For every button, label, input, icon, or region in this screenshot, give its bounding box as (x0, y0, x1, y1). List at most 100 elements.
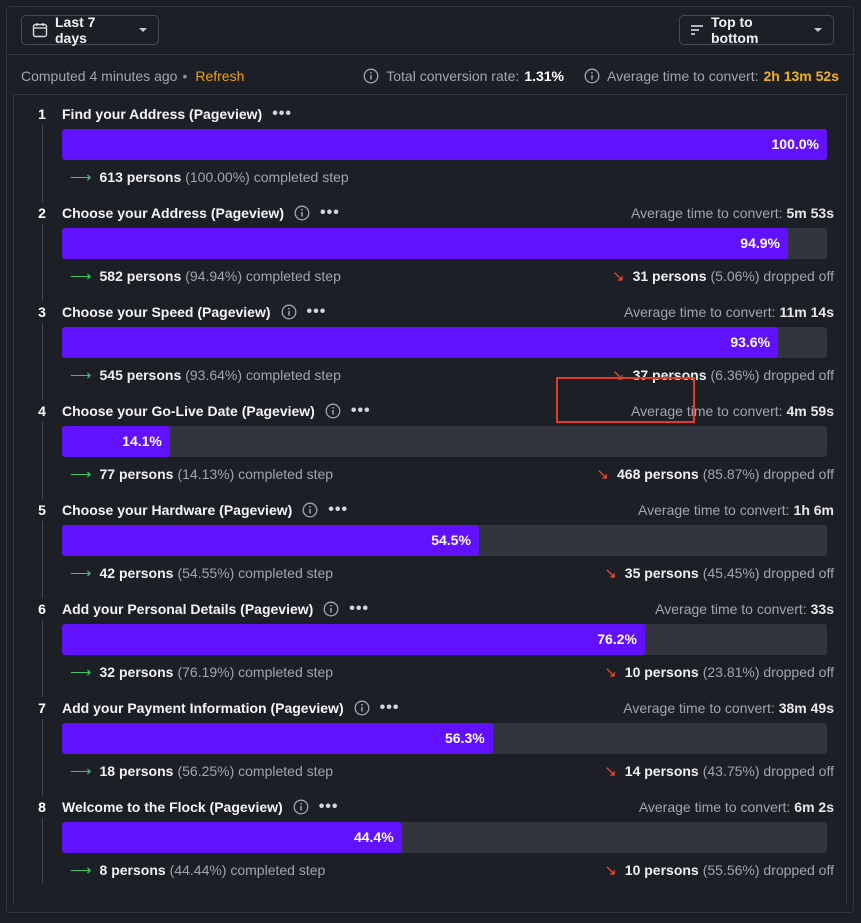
funnel-steps: 1 Find your Address (Pageview) ••• 100.0… (13, 95, 847, 905)
step-name[interactable]: Choose your Speed (Pageview) (62, 304, 271, 320)
step-average-label: Average time to convert: (624, 304, 776, 320)
more-horizontal-icon[interactable]: ••• (272, 105, 292, 123)
toolbar-divider (7, 54, 853, 55)
step-dropped[interactable]: ↘ 10 persons (55.56%) dropped off (604, 861, 834, 879)
step-number: 3 (31, 301, 53, 323)
more-horizontal-icon[interactable]: ••• (328, 501, 348, 519)
step-bar-track[interactable]: 76.2% (62, 624, 827, 655)
more-horizontal-icon[interactable]: ••• (307, 303, 327, 321)
info-circle-icon[interactable] (281, 304, 297, 320)
info-circle-icon[interactable] (293, 799, 309, 815)
step-average-label: Average time to convert: (623, 700, 775, 716)
info-circle-icon[interactable] (354, 700, 370, 716)
step-bar-percent: 94.9% (740, 235, 780, 251)
step-completed[interactable]: ⟶ 8 persons (44.44%) completed step (70, 861, 325, 879)
info-circle-icon[interactable] (323, 601, 339, 617)
step-average-label: Average time to convert: (631, 205, 783, 221)
arrow-down-right-icon: ↘ (604, 862, 617, 879)
step-title: Find your Address (Pageview) ••• (62, 103, 292, 125)
step-title: Add your Personal Details (Pageview) ••• (62, 598, 369, 620)
step-bar-track[interactable]: 94.9% (62, 228, 827, 259)
sort-lines-icon (690, 24, 704, 36)
info-circle-icon[interactable] (325, 403, 341, 419)
info-circle-icon[interactable] (294, 205, 310, 221)
dropped-percent: (55.56%) dropped off (702, 862, 834, 878)
step-average-value: 4m 59s (786, 403, 834, 419)
arrow-right-icon: ⟶ (70, 862, 92, 879)
step-title: Add your Payment Information (Pageview) … (62, 697, 399, 719)
step-bar-track[interactable]: 56.3% (62, 723, 827, 754)
funnel-step: 1 Find your Address (Pageview) ••• 100.0… (14, 79, 846, 186)
step-average-time: Average time to convert: 33s (655, 598, 834, 620)
step-average-label: Average time to convert: (638, 502, 790, 518)
funnel-step: 4 Choose your Go-Live Date (Pageview) ••… (14, 376, 846, 483)
step-average-time: Average time to convert: 38m 49s (623, 697, 834, 719)
step-bar-track[interactable]: 54.5% (62, 525, 827, 556)
step-bar-fill[interactable]: 94.9% (62, 228, 788, 259)
step-bar-fill[interactable]: 76.2% (62, 624, 645, 655)
chevron-down-icon (138, 27, 148, 33)
step-bar-track[interactable]: 100.0% (62, 129, 827, 160)
info-circle-icon[interactable] (302, 502, 318, 518)
step-average-time: Average time to convert: 5m 53s (631, 202, 834, 224)
step-average-value: 1h 6m (793, 502, 834, 518)
dropped-count: 10 persons (624, 862, 699, 878)
step-name[interactable]: Choose your Go-Live Date (Pageview) (62, 403, 315, 419)
completed-count: 8 persons (99, 862, 166, 878)
date-range-button[interactable]: Last 7 days (21, 14, 159, 46)
step-title: Welcome to the Flock (Pageview) ••• (62, 796, 339, 818)
step-order-button[interactable]: Top to bottom (679, 14, 834, 46)
step-average-time: Average time to convert: 1h 6m (638, 499, 834, 521)
step-bar-track[interactable]: 44.4% (62, 822, 827, 853)
step-bar-fill[interactable]: 100.0% (62, 129, 827, 160)
step-order-label: Top to bottom (711, 14, 759, 46)
step-bar-percent: 100.0% (771, 136, 819, 152)
step-name[interactable]: Choose your Address (Pageview) (62, 205, 284, 221)
step-number: 1 (31, 103, 53, 125)
more-horizontal-icon[interactable]: ••• (380, 699, 400, 717)
calendar-icon (32, 22, 48, 38)
step-average-time: Average time to convert: 11m 14s (624, 301, 834, 323)
step-name[interactable]: Find your Address (Pageview) (62, 106, 262, 122)
funnel-step: 7 Add your Payment Information (Pageview… (14, 673, 846, 780)
date-range-label: Last 7 days (55, 14, 96, 46)
step-number: 6 (31, 598, 53, 620)
funnel-step: 5 Choose your Hardware (Pageview) ••• Av… (14, 475, 846, 582)
step-name[interactable]: Add your Payment Information (Pageview) (62, 700, 344, 716)
step-bar-fill[interactable]: 54.5% (62, 525, 479, 556)
step-bar-percent: 54.5% (431, 532, 471, 548)
more-horizontal-icon[interactable]: ••• (351, 402, 371, 420)
step-average-label: Average time to convert: (631, 403, 783, 419)
step-number: 8 (31, 796, 53, 818)
funnel-step: 6 Add your Personal Details (Pageview) •… (14, 574, 846, 681)
step-average-label: Average time to convert: (655, 601, 807, 617)
step-bar-fill[interactable]: 44.4% (62, 822, 402, 853)
completed-percent: (44.44%) completed step (169, 862, 326, 878)
step-number: 7 (31, 697, 53, 719)
step-number: 2 (31, 202, 53, 224)
more-horizontal-icon[interactable]: ••• (349, 600, 369, 618)
step-bar-fill[interactable]: 93.6% (62, 327, 779, 358)
step-bar-percent: 93.6% (730, 334, 771, 350)
step-name[interactable]: Add your Personal Details (Pageview) (62, 601, 313, 617)
step-name[interactable]: Welcome to the Flock (Pageview) (62, 799, 283, 815)
step-average-time: Average time to convert: 6m 2s (639, 796, 834, 818)
more-horizontal-icon[interactable]: ••• (319, 798, 339, 816)
step-bar-track[interactable]: 14.1% (62, 426, 827, 457)
step-title: Choose your Hardware (Pageview) ••• (62, 499, 348, 521)
step-average-time: Average time to convert: 4m 59s (631, 400, 834, 422)
step-bar-fill[interactable]: 14.1% (62, 426, 170, 457)
step-average-value: 5m 53s (786, 205, 834, 221)
step-average-value: 33s (810, 601, 834, 617)
chevron-down-icon (813, 27, 823, 33)
step-bar-track[interactable]: 93.6% (62, 327, 827, 358)
step-title: Choose your Go-Live Date (Pageview) ••• (62, 400, 371, 422)
funnel-panel: Last 7 days Top to bottom Computed 4 min… (6, 6, 854, 913)
step-name[interactable]: Choose your Hardware (Pageview) (62, 502, 292, 518)
more-horizontal-icon[interactable]: ••• (320, 204, 340, 222)
step-average-value: 6m 2s (794, 799, 834, 815)
step-average-label: Average time to convert: (638, 799, 791, 815)
step-number: 5 (31, 499, 53, 521)
step-title: Choose your Speed (Pageview) ••• (62, 301, 326, 323)
step-bar-fill[interactable]: 56.3% (62, 723, 493, 754)
